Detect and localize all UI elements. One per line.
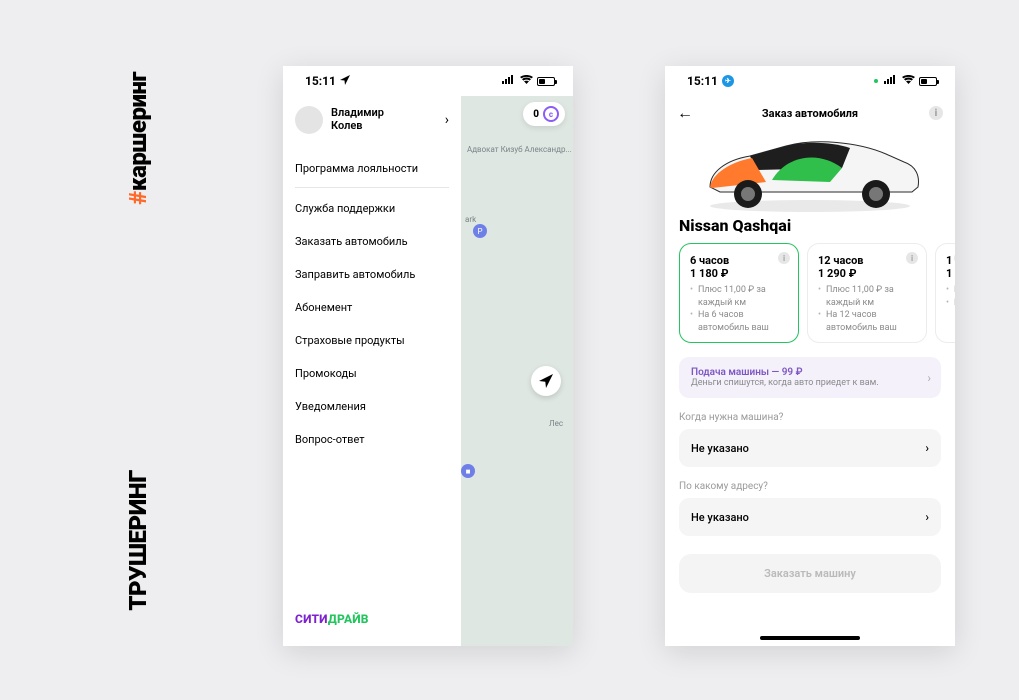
menu-support[interactable]: Служба поддержки bbox=[295, 192, 449, 225]
brand-logo: СИТИДРАЙВ bbox=[295, 612, 369, 626]
balance-value: 0 bbox=[533, 109, 539, 120]
menu-fuel-car[interactable]: Заправить автомобиль bbox=[295, 258, 449, 291]
chevron-right-icon: › bbox=[927, 371, 931, 385]
map-poi-label: Адвокат Кизуб Александр... bbox=[467, 146, 572, 155]
menu-insurance[interactable]: Страховые продукты bbox=[295, 324, 449, 357]
clock: 15:11 bbox=[305, 74, 336, 88]
rate-price: 1 180 ₽ bbox=[690, 267, 788, 280]
signal-icon bbox=[502, 75, 516, 87]
rate-detail: На 12 часов автомобиль ваш bbox=[818, 309, 916, 334]
divider bbox=[295, 187, 449, 188]
where-label: По какому адресу? bbox=[679, 481, 941, 492]
chevron-right-icon: › bbox=[925, 510, 929, 524]
coin-icon: c bbox=[543, 106, 559, 122]
when-field[interactable]: Не указано › bbox=[679, 429, 941, 467]
when-label: Когда нужна машина? bbox=[679, 412, 941, 423]
location-arrow-icon bbox=[340, 74, 350, 88]
signal-icon bbox=[884, 75, 898, 87]
status-bar: 15:11 ✈ bbox=[665, 66, 955, 96]
avatar bbox=[295, 106, 323, 134]
menu-order-car[interactable]: Заказать автомобиль bbox=[295, 225, 449, 258]
menu-faq[interactable]: Вопрос-ответ bbox=[295, 423, 449, 456]
menu-loyalty[interactable]: Программа лояльности bbox=[295, 152, 449, 185]
where-field[interactable]: Не указано › bbox=[679, 498, 941, 536]
rate-card-partial[interactable]: i 1 д 1 3 П К bbox=[935, 243, 955, 343]
locate-me-button[interactable] bbox=[531, 366, 561, 396]
map-area[interactable]: Адвокат Кизуб Александр... ark Лес P ■ 0… bbox=[461, 96, 573, 646]
when-value: Не указано bbox=[691, 442, 749, 455]
chevron-right-icon: › bbox=[925, 441, 929, 455]
hashtag-label: #каршеринг bbox=[124, 72, 152, 205]
where-value: Не указано bbox=[691, 511, 749, 524]
phone-order-screen: 15:11 ✈ ← Заказ автомобиля i bbox=[665, 66, 955, 646]
rate-detail: П bbox=[946, 284, 955, 297]
rate-price: 1 290 ₽ bbox=[818, 267, 916, 280]
menu-notifications[interactable]: Уведомления bbox=[295, 390, 449, 423]
info-icon[interactable]: i bbox=[906, 252, 918, 264]
order-button[interactable]: Заказать машину bbox=[679, 554, 941, 593]
user-name: ВладимирКолев bbox=[331, 107, 445, 132]
battery-icon bbox=[537, 77, 555, 86]
rate-list[interactable]: i 6 часов 1 180 ₽ Плюс 11,00 ₽ за каждый… bbox=[665, 243, 955, 343]
balance-pill[interactable]: 0 c bbox=[523, 102, 565, 126]
home-indicator bbox=[760, 636, 860, 640]
rate-card-6h[interactable]: i 6 часов 1 180 ₽ Плюс 11,00 ₽ за каждый… bbox=[679, 243, 799, 343]
map-marker-icon[interactable]: ■ bbox=[461, 464, 475, 478]
rate-detail: Плюс 11,00 ₽ за каждый км bbox=[818, 284, 916, 309]
status-bar: 15:11 bbox=[283, 66, 573, 96]
chevron-right-icon: › bbox=[445, 112, 449, 128]
user-profile-row[interactable]: ВладимирКолев › bbox=[295, 96, 449, 148]
banner-subtitle: Деньги спишутся, когда авто приедет к ва… bbox=[691, 378, 915, 388]
car-image bbox=[665, 130, 955, 216]
banner-title: Подача машины — 99 ₽ bbox=[691, 367, 915, 378]
info-icon[interactable]: i bbox=[929, 106, 943, 120]
phone-menu-screen: 15:11 Адвокат Кизуб Александр... ark Лес… bbox=[283, 66, 573, 646]
delivery-banner[interactable]: Подача машины — 99 ₽ Деньги спишутся, ко… bbox=[679, 357, 941, 398]
map-poi-label: Лес bbox=[549, 420, 563, 429]
map-poi-label: ark bbox=[465, 216, 476, 225]
map-marker-icon[interactable]: P bbox=[473, 224, 487, 238]
page-title: Заказ автомобиля bbox=[762, 107, 858, 120]
rate-title: 6 часов bbox=[690, 254, 788, 267]
back-button[interactable]: ← bbox=[677, 103, 693, 123]
activity-dot-icon bbox=[874, 79, 878, 83]
car-name: Nissan Qashqai bbox=[665, 216, 955, 243]
clock: 15:11 bbox=[687, 74, 718, 88]
menu-promo[interactable]: Промокоды bbox=[295, 357, 449, 390]
rate-detail: К bbox=[946, 297, 955, 310]
info-icon[interactable]: i bbox=[778, 252, 790, 264]
rate-card-12h[interactable]: i 12 часов 1 290 ₽ Плюс 11,00 ₽ за кажды… bbox=[807, 243, 927, 343]
battery-icon bbox=[919, 77, 937, 86]
side-menu: ВладимирКолев › Программа лояльности Слу… bbox=[283, 96, 461, 646]
rate-detail: Плюс 11,00 ₽ за каждый км bbox=[690, 284, 788, 309]
menu-subscription[interactable]: Абонемент bbox=[295, 291, 449, 324]
wifi-icon bbox=[902, 75, 915, 87]
wifi-icon bbox=[520, 75, 533, 87]
rate-detail: На 6 часов автомобиль ваш bbox=[690, 309, 788, 334]
telegram-icon: ✈ bbox=[722, 75, 734, 87]
screen-header: ← Заказ автомобиля i bbox=[665, 96, 955, 130]
rate-title: 12 часов bbox=[818, 254, 916, 267]
brand-label: ТРУШЕРИНГ bbox=[124, 470, 152, 611]
rate-price: 1 3 bbox=[946, 267, 955, 280]
